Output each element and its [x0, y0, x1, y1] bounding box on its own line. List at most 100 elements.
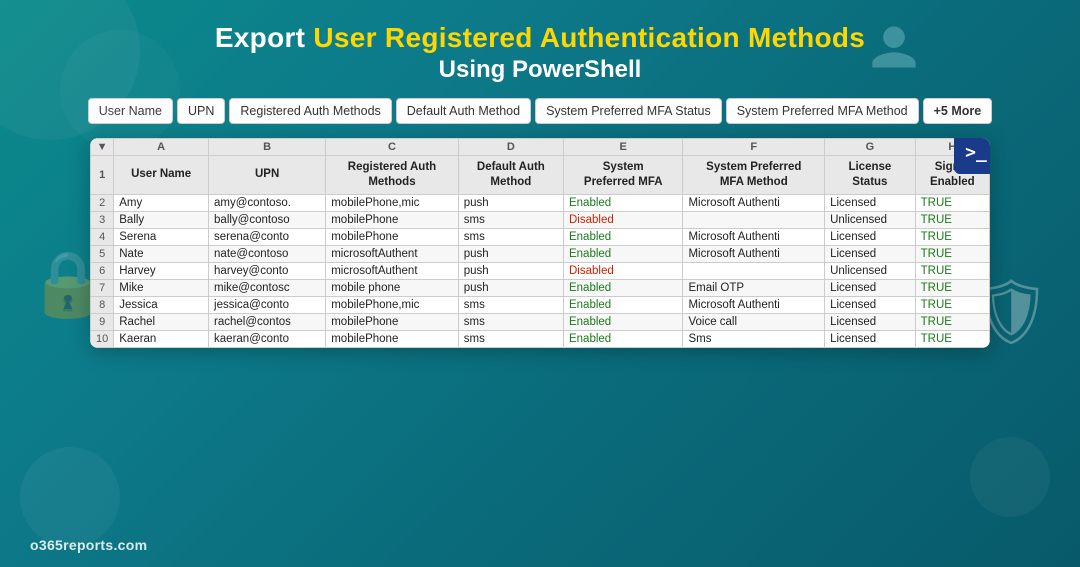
- table-row: 7Mikemike@contoscmobile phonepushEnabled…: [91, 279, 990, 296]
- col-g: G: [825, 139, 916, 156]
- watermark: o365reports.com: [30, 537, 147, 553]
- table-cell: sms: [458, 313, 563, 330]
- row-number: 7: [91, 279, 114, 296]
- bg-decoration-4: [970, 437, 1050, 517]
- table-cell: Disabled: [563, 211, 682, 228]
- table-cell: serena@conto: [209, 228, 326, 245]
- table-cell: Enabled: [563, 194, 682, 211]
- spreadsheet-container: >_ ▼ A B C D E F G H 1 User: [90, 138, 990, 348]
- table-cell: Licensed: [825, 296, 916, 313]
- table-cell: Disabled: [563, 262, 682, 279]
- table-cell: kaeran@conto: [209, 330, 326, 347]
- table-cell: Voice call: [683, 313, 825, 330]
- table-cell: sms: [458, 330, 563, 347]
- table-cell: Microsoft Authenti: [683, 296, 825, 313]
- table-cell: mobilePhone: [326, 211, 459, 228]
- header-upn: UPN: [209, 156, 326, 195]
- table-cell: Rachel: [114, 313, 209, 330]
- table-cell: Microsoft Authenti: [683, 228, 825, 245]
- table-cell: TRUE: [915, 330, 989, 347]
- table-cell: Licensed: [825, 228, 916, 245]
- table-cell: push: [458, 245, 563, 262]
- table-cell: TRUE: [915, 228, 989, 245]
- bg-decoration-2: [60, 30, 180, 150]
- table-cell: Enabled: [563, 279, 682, 296]
- table-row: 4Serenaserena@contomobilePhonesmsEnabled…: [91, 228, 990, 245]
- table-cell: mobile phone: [326, 279, 459, 296]
- page-title-line2: Using PowerShell: [439, 56, 642, 84]
- table-cell: Kaeran: [114, 330, 209, 347]
- tab-more[interactable]: +5 More: [923, 98, 993, 124]
- row-number: 5: [91, 245, 114, 262]
- table-row: 8Jessicajessica@contomobilePhone,micsmsE…: [91, 296, 990, 313]
- table-cell: TRUE: [915, 262, 989, 279]
- header-default-auth: Default AuthMethod: [458, 156, 563, 195]
- tab-registered-auth[interactable]: Registered Auth Methods: [229, 98, 391, 124]
- tab-system-preferred-method[interactable]: System Preferred MFA Method: [726, 98, 919, 124]
- tab-system-preferred-status[interactable]: System Preferred MFA Status: [535, 98, 722, 124]
- table-cell: Licensed: [825, 245, 916, 262]
- powershell-icon: >_: [954, 138, 990, 174]
- tab-upn[interactable]: UPN: [177, 98, 225, 124]
- table-cell: [683, 262, 825, 279]
- corner-cell: ▼: [91, 139, 114, 156]
- table-cell: TRUE: [915, 313, 989, 330]
- table-cell: Amy: [114, 194, 209, 211]
- table-row: 3Ballybally@contosomobilePhonesmsDisable…: [91, 211, 990, 228]
- table-cell: Microsoft Authenti: [683, 245, 825, 262]
- table-body: 2Amyamy@contoso.mobilePhone,micpushEnabl…: [91, 194, 990, 347]
- table-cell: Enabled: [563, 228, 682, 245]
- table-row: 9Rachelrachel@contosmobilePhonesmsEnable…: [91, 313, 990, 330]
- col-a: A: [114, 139, 209, 156]
- table-cell: TRUE: [915, 245, 989, 262]
- table-cell: bally@contoso: [209, 211, 326, 228]
- table-cell: Bally: [114, 211, 209, 228]
- table-cell: TRUE: [915, 296, 989, 313]
- table-cell: jessica@conto: [209, 296, 326, 313]
- table-cell: sms: [458, 211, 563, 228]
- header-rownum: 1: [91, 156, 114, 195]
- table-cell: push: [458, 194, 563, 211]
- table-cell: microsoftAuthent: [326, 262, 459, 279]
- row-number: 3: [91, 211, 114, 228]
- table-cell: mobilePhone,mic: [326, 296, 459, 313]
- table-cell: Enabled: [563, 330, 682, 347]
- table-cell: sms: [458, 228, 563, 245]
- table-cell: amy@contoso.: [209, 194, 326, 211]
- table-cell: Licensed: [825, 279, 916, 296]
- table-cell: Unlicensed: [825, 262, 916, 279]
- col-b: B: [209, 139, 326, 156]
- table-cell: Email OTP: [683, 279, 825, 296]
- table-cell: Unlicensed: [825, 211, 916, 228]
- table-cell: rachel@contos: [209, 313, 326, 330]
- col-letter-row: ▼ A B C D E F G H: [91, 139, 990, 156]
- col-f: F: [683, 139, 825, 156]
- table-cell: TRUE: [915, 194, 989, 211]
- header-registered-auth: Registered AuthMethods: [326, 156, 459, 195]
- header-username: User Name: [114, 156, 209, 195]
- table-cell: mobilePhone: [326, 313, 459, 330]
- table-cell: push: [458, 262, 563, 279]
- col-c: C: [326, 139, 459, 156]
- table-row: 2Amyamy@contoso.mobilePhone,micpushEnabl…: [91, 194, 990, 211]
- row-number: 6: [91, 262, 114, 279]
- header-license: LicenseStatus: [825, 156, 916, 195]
- row-number: 4: [91, 228, 114, 245]
- table-cell: harvey@conto: [209, 262, 326, 279]
- table-cell: Serena: [114, 228, 209, 245]
- bg-decoration-3: [20, 447, 120, 547]
- table-cell: Microsoft Authenti: [683, 194, 825, 211]
- table-cell: Sms: [683, 330, 825, 347]
- table-cell: Harvey: [114, 262, 209, 279]
- table-cell: [683, 211, 825, 228]
- row-number: 9: [91, 313, 114, 330]
- header-row: 1 User Name UPN Registered AuthMethods D…: [91, 156, 990, 195]
- table-cell: Jessica: [114, 296, 209, 313]
- header-system-preferred-method: System PreferredMFA Method: [683, 156, 825, 195]
- tab-default-auth[interactable]: Default Auth Method: [396, 98, 531, 124]
- column-tabs-row: User Name UPN Registered Auth Methods De…: [88, 98, 992, 124]
- table-cell: mobilePhone,mic: [326, 194, 459, 211]
- row-number: 8: [91, 296, 114, 313]
- table-cell: Nate: [114, 245, 209, 262]
- title-highlight: User Registered Authentication Methods: [313, 22, 865, 53]
